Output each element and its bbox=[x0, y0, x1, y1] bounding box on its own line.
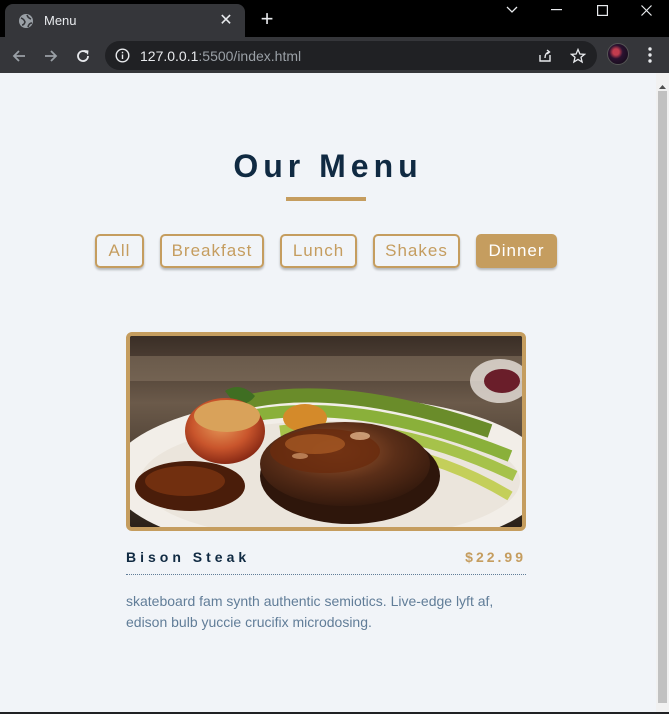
address-bar[interactable]: 127.0.0.1:5500/index.html bbox=[105, 41, 597, 70]
maximize-icon[interactable] bbox=[579, 0, 625, 20]
filter-button-all[interactable]: All bbox=[95, 234, 144, 268]
forward-icon[interactable] bbox=[38, 43, 64, 69]
title-underline bbox=[286, 197, 366, 201]
browser-tab[interactable]: Menu ✕ bbox=[5, 4, 245, 37]
window-close-icon[interactable] bbox=[623, 0, 669, 20]
steak-plate-image bbox=[130, 336, 522, 527]
more-vert-icon[interactable] bbox=[640, 45, 660, 65]
globe-icon bbox=[18, 13, 34, 29]
page-viewport: Our Menu All Breakfast Lunch Shakes Dinn… bbox=[0, 73, 656, 712]
menu-item-description: skateboard fam synth authentic semiotics… bbox=[126, 593, 494, 630]
filter-button-shakes[interactable]: Shakes bbox=[373, 234, 460, 268]
filter-button-lunch[interactable]: Lunch bbox=[280, 234, 357, 268]
vertical-scrollbar[interactable] bbox=[656, 73, 669, 712]
tab-title: Menu bbox=[44, 13, 77, 28]
star-icon[interactable] bbox=[569, 47, 587, 64]
menu-item-header: Bison Steak $22.99 bbox=[126, 547, 526, 575]
profile-avatar[interactable] bbox=[607, 43, 629, 65]
browser-toolbar: 127.0.0.1:5500/index.html bbox=[0, 37, 669, 73]
info-icon[interactable] bbox=[115, 48, 130, 63]
menu-item-price: $22.99 bbox=[465, 549, 526, 565]
back-icon[interactable] bbox=[6, 43, 32, 69]
menu-item-photo bbox=[126, 332, 526, 531]
menu-item-name: Bison Steak bbox=[126, 549, 251, 565]
chevron-down-icon[interactable] bbox=[489, 0, 535, 20]
minimize-icon[interactable] bbox=[533, 0, 579, 20]
close-tab-icon[interactable]: ✕ bbox=[217, 12, 235, 30]
scrollbar-thumb[interactable] bbox=[658, 91, 667, 703]
reload-icon[interactable] bbox=[70, 43, 96, 69]
share-icon[interactable] bbox=[537, 48, 553, 64]
url-text: 127.0.0.1:5500/index.html bbox=[140, 48, 301, 64]
page-title: Our Menu bbox=[233, 148, 423, 184]
new-tab-button[interactable]: + bbox=[255, 7, 279, 31]
filter-button-dinner[interactable]: Dinner bbox=[476, 234, 557, 268]
url-path: :5500/index.html bbox=[198, 48, 302, 64]
scroll-up-icon[interactable] bbox=[656, 79, 669, 89]
title-bar: Menu ✕ + bbox=[0, 0, 669, 37]
filter-button-breakfast[interactable]: Breakfast bbox=[160, 234, 264, 268]
url-host: 127.0.0.1 bbox=[140, 48, 199, 64]
